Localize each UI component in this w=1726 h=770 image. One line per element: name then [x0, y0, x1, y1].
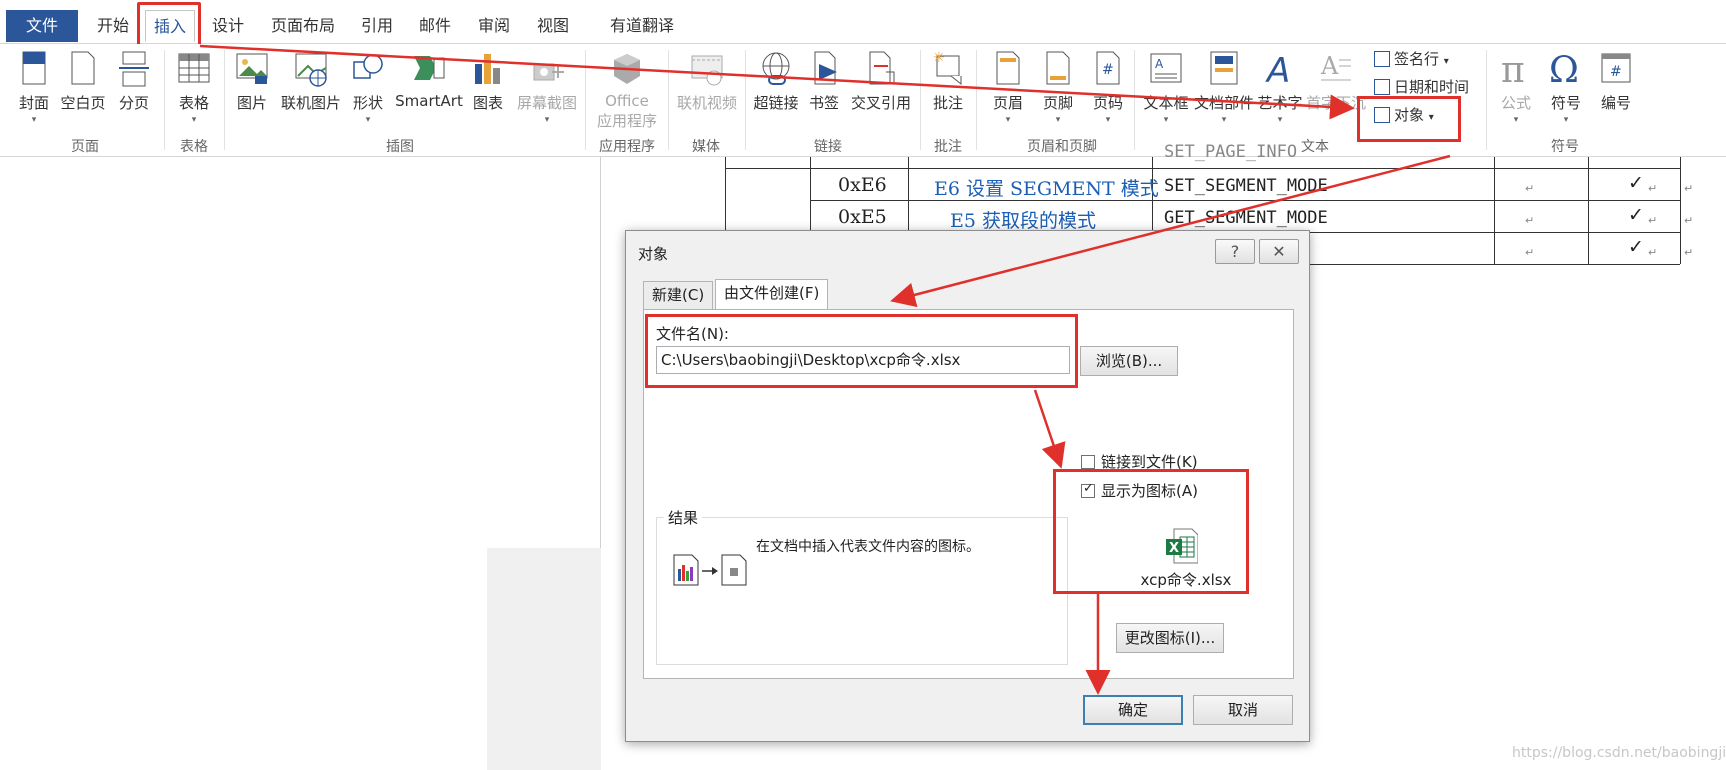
watermark: https://blog.csdn.net/baobingji — [1512, 745, 1726, 761]
annotation-arrows — [199, 44, 1451, 695]
